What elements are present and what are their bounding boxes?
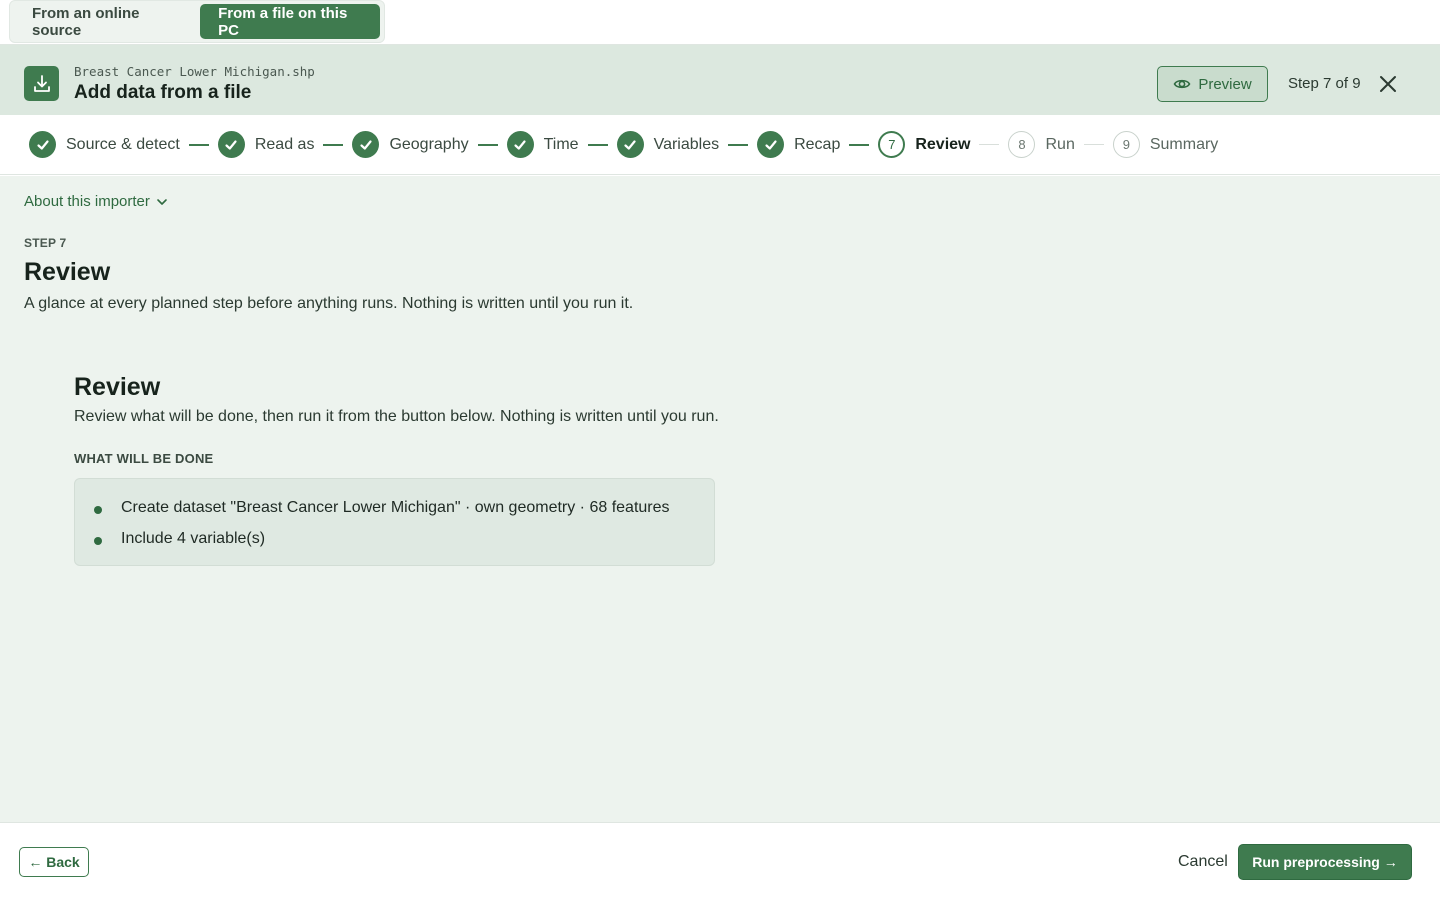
step-source-detect[interactable]: Source & detect [29, 131, 180, 158]
dialog-footer: ← Back Cancel Run preprocessing → [0, 822, 1440, 898]
list-item: Create dataset "Breast Cancer Lower Mich… [94, 499, 670, 516]
step-read-as[interactable]: Read as [217, 131, 315, 158]
main-content: About this importer STEP 7 Review A glan… [0, 176, 1440, 822]
step-geography[interactable]: Geography [352, 131, 469, 158]
close-icon [1379, 75, 1397, 93]
check-icon [29, 131, 56, 158]
back-button[interactable]: ← Back [19, 847, 89, 877]
step-number: 7 [878, 131, 906, 158]
step-connector [1083, 143, 1104, 146]
preview-label: Preview [1198, 75, 1252, 93]
step-connector [849, 143, 870, 146]
step-summary: 9 Summary [1112, 131, 1219, 158]
step-label: Geography [389, 135, 469, 153]
step-connector [477, 143, 498, 146]
list-item: Include 4 variable(s) [93, 530, 266, 547]
stepper: Source & detect Read as Geography Time V… [0, 115, 1440, 175]
dialog-title: Add data from a file [74, 82, 252, 103]
step-connector [979, 143, 1000, 146]
source-tabs: From an online source From a file on thi… [9, 0, 385, 43]
step-connector [188, 143, 209, 146]
step-label: Summary [1149, 135, 1219, 153]
step-number: 8 [1008, 131, 1036, 158]
check-icon [506, 131, 534, 158]
step-run: 8 Run [1008, 131, 1075, 158]
step-eyebrow: STEP 7 [24, 236, 67, 250]
step-label: Review [915, 135, 971, 153]
check-icon [352, 131, 380, 158]
run-preprocessing-button[interactable]: Run preprocessing → [1238, 844, 1412, 880]
cancel-button[interactable]: Cancel [1178, 853, 1228, 871]
step-number: 9 [1112, 131, 1140, 158]
step-label: Run [1045, 135, 1075, 153]
eye-icon [1173, 75, 1191, 93]
file-name: Breast Cancer Lower Michigan.shp [74, 64, 315, 79]
tab-online-source[interactable]: From an online source [14, 4, 200, 39]
planned-actions-box: Create dataset "Breast Cancer Lower Mich… [74, 478, 715, 566]
step-connector [323, 143, 344, 146]
review-description: Review what will be done, then run it fr… [74, 408, 719, 425]
about-importer-label: About this importer [24, 193, 150, 210]
step-connector [728, 143, 749, 146]
check-icon [757, 131, 785, 158]
tab-file-on-pc[interactable]: From a file on this PC [200, 4, 380, 39]
step-time[interactable]: Time [506, 131, 579, 158]
check-icon [616, 131, 644, 158]
step-label: Recap [794, 135, 841, 153]
step-label: Variables [653, 135, 720, 153]
check-icon [217, 131, 245, 158]
step-label: Time [543, 135, 579, 153]
page-title: Review [24, 258, 111, 286]
step-variables[interactable]: Variables [616, 131, 720, 158]
about-importer-toggle[interactable]: About this importer [24, 193, 168, 210]
dialog-header: Breast Cancer Lower Michigan.shp Add dat… [0, 45, 1440, 115]
step-recap[interactable]: Recap [757, 131, 840, 158]
close-button[interactable] [1377, 73, 1399, 95]
step-label: Read as [254, 135, 315, 153]
step-label: Source & detect [66, 135, 180, 153]
review-title: Review [74, 373, 161, 401]
step-connector [587, 143, 608, 146]
section-label: WHAT WILL BE DONE [74, 451, 214, 466]
download-tray-icon [24, 66, 59, 101]
top-bar: From an online source From a file on thi… [0, 0, 1440, 45]
step-review[interactable]: 7 Review [878, 131, 970, 158]
chevron-down-icon [156, 196, 168, 208]
step-count: Step 7 of 9 [1288, 75, 1361, 92]
page-subtitle: A glance at every planned step before an… [24, 295, 634, 312]
preview-button[interactable]: Preview [1157, 66, 1268, 102]
